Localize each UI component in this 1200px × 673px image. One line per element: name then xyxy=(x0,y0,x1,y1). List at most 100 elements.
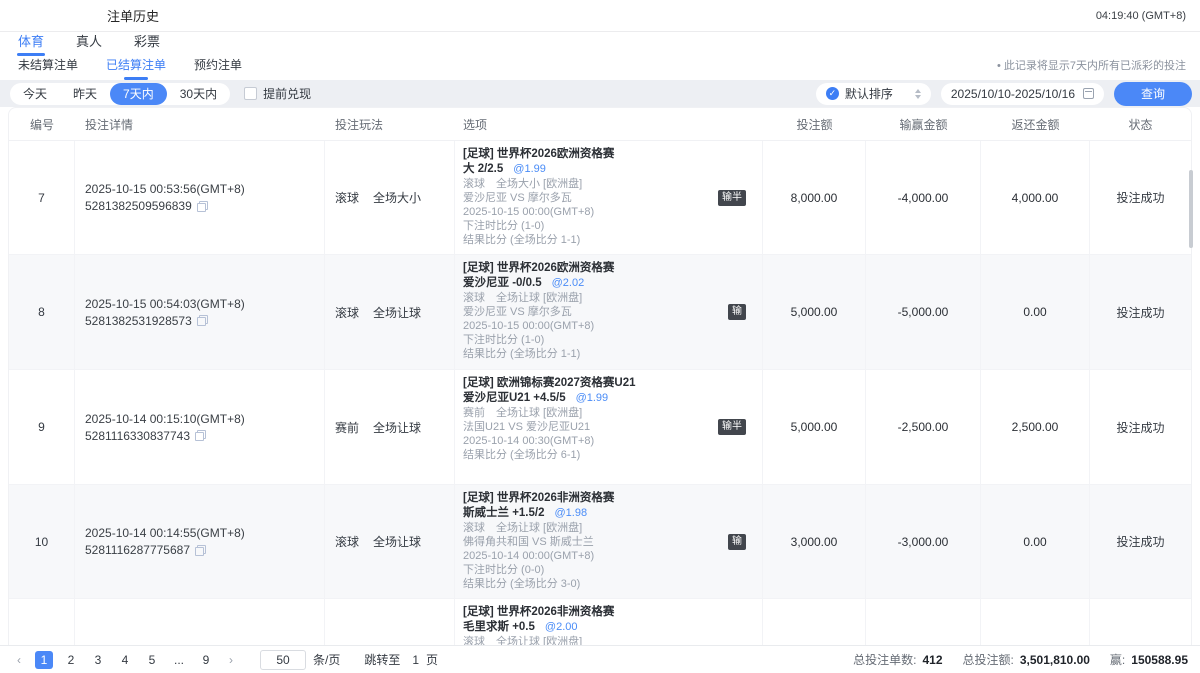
cell-row-number: 9 xyxy=(9,370,75,484)
play-phase: 滚球 xyxy=(335,304,359,321)
sort-label: 默认排序 xyxy=(845,85,893,102)
cell-win-loss: -2,500.00 xyxy=(866,370,981,484)
page-ellipsis: ... xyxy=(170,651,188,669)
cell-bet-detail: 2025-10-14 00:14:55(GMT+8)52811162877756… xyxy=(75,485,325,598)
option-league: [足球] 世界杯2026欧洲资格赛 xyxy=(463,262,706,275)
option-league: [足球] 世界杯2026非洲资格赛 xyxy=(463,606,706,619)
table-row: 112025-10-14 00:14:41(GMT+8)滚球全场让球[足球] 世… xyxy=(9,599,1191,645)
cell-bet-detail: 2025-10-15 00:54:03(GMT+8)52813825319285… xyxy=(75,255,325,369)
subtab-unsettled[interactable]: 未结算注单 xyxy=(16,54,80,80)
jump-page-input[interactable]: 1 xyxy=(412,653,419,667)
cell-bet-detail: 2025-10-14 00:14:41(GMT+8) xyxy=(75,599,325,645)
cell-play-type: 滚球全场让球 xyxy=(325,255,455,369)
subtab-reserved[interactable]: 预约注单 xyxy=(192,54,244,80)
page-size-input[interactable] xyxy=(260,650,306,670)
option-odds: @2.00 xyxy=(545,621,578,633)
ticket-number: 5281382531928573 xyxy=(85,314,192,328)
result-score: 结果比分 (全场比分 3-0) xyxy=(463,578,706,591)
ticket-number: 5281116287775687 xyxy=(85,543,190,557)
option-selection: 斯威士兰 +1.5/2 xyxy=(463,507,545,519)
cell-return-amount: 0.00 xyxy=(981,255,1090,369)
page-size-label: 条/页 xyxy=(313,651,340,668)
option-selection: 爱沙尼亚 -0/0.5 xyxy=(463,277,542,289)
result-badge: 输 xyxy=(728,534,746,550)
summary-count: 总投注单数: 412 xyxy=(853,651,942,668)
cell-return-amount: 2,500.00 xyxy=(981,370,1090,484)
option-selection: 爱沙尼亚U21 +4.5/5 xyxy=(463,392,566,404)
total-count-label: 总投注单数: xyxy=(853,651,916,668)
cell-play-type: 滚球全场大小 xyxy=(325,141,455,254)
ticket-number: 5281116330837743 xyxy=(85,429,190,443)
range-today[interactable]: 今天 xyxy=(10,83,60,105)
result-score: 结果比分 (全场比分 1-1) xyxy=(463,348,706,361)
option-selection-line: 爱沙尼亚U21 +4.5/5@1.99 xyxy=(463,392,706,405)
result-score: 结果比分 (全场比分 6-1) xyxy=(463,449,706,462)
page-button-4[interactable]: 4 xyxy=(116,651,134,669)
tab-live[interactable]: 真人 xyxy=(74,29,104,56)
date-range-segment: 今天昨天7天内30天内 xyxy=(10,83,230,105)
cell-bet-detail: 2025-10-15 00:53:56(GMT+8)52813825095968… xyxy=(75,141,325,254)
option-league: [足球] 世界杯2026非洲资格赛 xyxy=(463,492,706,505)
option-selection-line: 爱沙尼亚 -0/0.5 @2.02 xyxy=(463,277,706,290)
bet-score: 下注时比分 (1-0) xyxy=(463,334,706,347)
page-button-1[interactable]: 1 xyxy=(35,651,53,669)
page-button-5[interactable]: 5 xyxy=(143,651,161,669)
prev-page-button[interactable]: ‹ xyxy=(12,653,26,667)
play-phase: 赛前 xyxy=(335,419,359,436)
option-market: 滚球 全场大小 [欧洲盘] xyxy=(463,178,706,191)
early-cashout-label[interactable]: 提前兑现 xyxy=(263,85,311,102)
option-odds: @2.02 xyxy=(552,277,585,289)
page-button-3[interactable]: 3 xyxy=(89,651,107,669)
cell-return-amount: 0.00 xyxy=(981,485,1090,598)
copy-icon[interactable] xyxy=(195,430,206,441)
range-7days[interactable]: 7天内 xyxy=(110,83,167,105)
record-note: • 此记录将显示7天内所有已派彩的投注 xyxy=(997,57,1186,80)
bet-time: 2025-10-14 00:15:10(GMT+8) xyxy=(85,412,324,426)
option-selection-line: 毛里求斯 +0.5@2.00 xyxy=(463,621,706,634)
cell-win-loss: -5,000.00 xyxy=(866,255,981,369)
result-badge: 输半 xyxy=(718,190,746,206)
result-badge: 输 xyxy=(728,304,746,320)
range-30days[interactable]: 30天内 xyxy=(167,83,230,105)
cell-row-number: 8 xyxy=(9,255,75,369)
sort-arrows-icon xyxy=(915,89,921,99)
option-odds: @1.98 xyxy=(555,507,588,519)
cell-row-number: 7 xyxy=(9,141,75,254)
page-button-9[interactable]: 9 xyxy=(197,651,215,669)
bet-score: 下注时比分 (0-0) xyxy=(463,564,706,577)
cell-option: [足球] 世界杯2026欧洲资格赛爱沙尼亚 -0/0.5@2.02滚球 全场让球… xyxy=(455,255,763,369)
page-list: ‹ 12345... 9 › xyxy=(12,651,238,669)
copy-icon[interactable] xyxy=(197,201,208,212)
total-count-value: 412 xyxy=(922,653,942,667)
match-teams: 佛得角共和国 VS 斯威士兰 xyxy=(463,536,706,549)
ticket-number: 5281382509596839 xyxy=(85,199,192,213)
cell-return-amount: 4,000.00 xyxy=(981,141,1090,254)
tab-lottery[interactable]: 彩票 xyxy=(132,29,162,56)
early-cashout-checkbox[interactable] xyxy=(244,87,257,100)
table-row: 72025-10-15 00:53:56(GMT+8)5281382509596… xyxy=(9,141,1191,255)
calendar-icon xyxy=(1083,88,1094,99)
play-market: 全场让球 xyxy=(373,533,421,550)
play-market: 全场大小 xyxy=(373,189,421,206)
bet-table: 编号投注详情投注玩法选项投注额输赢金额返还金额状态 72025-10-15 00… xyxy=(8,107,1192,645)
search-button[interactable]: 查询 xyxy=(1114,82,1192,106)
scrollbar-thumb[interactable] xyxy=(1189,170,1193,248)
column-header-8: 状态 xyxy=(1090,116,1191,133)
bottom-bar: ‹12345...9› 条/页 跳转至 1 页 总投注单数: 412 总投注额:… xyxy=(0,645,1200,673)
next-page-button[interactable]: › xyxy=(224,653,238,667)
sort-select[interactable]: ✓ 默认排序 xyxy=(816,83,931,105)
range-yesterday[interactable]: 昨天 xyxy=(60,83,110,105)
subtab-settled[interactable]: 已结算注单 xyxy=(104,54,168,80)
copy-icon[interactable] xyxy=(197,315,208,326)
filter-right: ✓ 默认排序 2025/10/10-2025/10/16 查询 xyxy=(806,82,1192,106)
date-range-picker[interactable]: 2025/10/10-2025/10/16 xyxy=(941,83,1104,105)
result-badge: 输半 xyxy=(718,419,746,435)
page-button-2[interactable]: 2 xyxy=(62,651,80,669)
play-phase: 滚球 xyxy=(335,533,359,550)
cell-bet-amount: 5,000.00 xyxy=(763,370,866,484)
table-body: 72025-10-15 00:53:56(GMT+8)5281382509596… xyxy=(9,141,1191,645)
cell-option: [足球] 世界杯2026欧洲资格赛大 2/2.5@1.99滚球 全场大小 [欧洲… xyxy=(455,141,763,254)
page-title: 注单历史 xyxy=(107,6,159,25)
tab-sports[interactable]: 体育 xyxy=(16,29,46,56)
copy-icon[interactable] xyxy=(195,545,206,556)
